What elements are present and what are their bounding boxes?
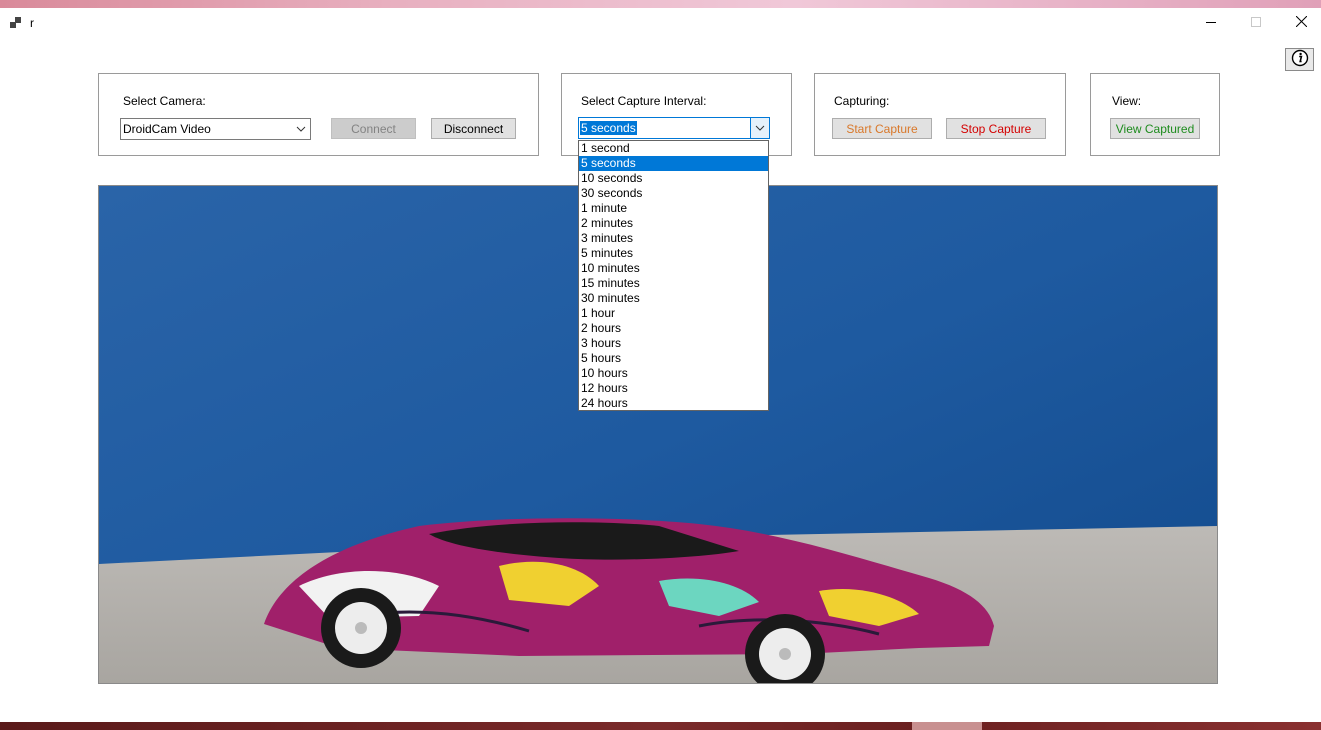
- select-camera-label: Select Camera:: [123, 94, 206, 108]
- interval-option[interactable]: 10 minutes: [579, 261, 768, 276]
- interval-option[interactable]: 2 minutes: [579, 216, 768, 231]
- close-icon: [1295, 15, 1307, 30]
- interval-option[interactable]: 3 minutes: [579, 231, 768, 246]
- interval-option[interactable]: 1 hour: [579, 306, 768, 321]
- desktop-background-bottom: [0, 722, 1321, 730]
- interval-option[interactable]: 2 hours: [579, 321, 768, 336]
- window-title: r: [30, 16, 34, 30]
- close-button[interactable]: [1278, 8, 1321, 38]
- interval-option[interactable]: 1 minute: [579, 201, 768, 216]
- view-label: View:: [1112, 94, 1142, 108]
- connect-button[interactable]: Connect: [331, 118, 416, 139]
- camera-group: Select Camera: DroidCam Video Connect Di…: [98, 73, 539, 156]
- capture-interval-select[interactable]: 5 seconds: [578, 117, 770, 139]
- interval-option[interactable]: 30 minutes: [579, 291, 768, 306]
- stop-capture-button[interactable]: Stop Capture: [946, 118, 1046, 139]
- view-captured-button[interactable]: View Captured: [1110, 118, 1200, 139]
- app-window: r Select Camera: DroidCam Video Connect …: [0, 8, 1321, 722]
- app-icon: [10, 17, 22, 29]
- maximize-icon: [1251, 16, 1261, 30]
- start-capture-button[interactable]: Start Capture: [832, 118, 932, 139]
- interval-option[interactable]: 30 seconds: [579, 186, 768, 201]
- interval-option[interactable]: 12 hours: [579, 381, 768, 396]
- capturing-label: Capturing:: [834, 94, 890, 108]
- chevron-down-icon[interactable]: [292, 119, 310, 139]
- interval-option[interactable]: 3 hours: [579, 336, 768, 351]
- interval-option[interactable]: 5 seconds: [579, 156, 768, 171]
- interval-option[interactable]: 24 hours: [579, 396, 768, 411]
- select-capture-interval-label: Select Capture Interval:: [581, 94, 707, 108]
- info-icon: [1291, 49, 1309, 70]
- camera-select-value: DroidCam Video: [123, 122, 211, 136]
- info-button[interactable]: [1285, 48, 1314, 71]
- interval-option[interactable]: 5 minutes: [579, 246, 768, 261]
- interval-option[interactable]: 1 second: [579, 141, 768, 156]
- capture-interval-dropdown-list[interactable]: 1 second 5 seconds 10 seconds 30 seconds 1 m…: [578, 140, 769, 411]
- maximize-button[interactable]: [1233, 8, 1279, 38]
- camera-select[interactable]: DroidCam Video: [120, 118, 311, 140]
- interval-option[interactable]: 10 hours: [579, 366, 768, 381]
- desktop-background-top: [0, 0, 1321, 8]
- interval-option[interactable]: 10 seconds: [579, 171, 768, 186]
- interval-option[interactable]: 15 minutes: [579, 276, 768, 291]
- interval-option[interactable]: 5 hours: [579, 351, 768, 366]
- minimize-button[interactable]: [1188, 8, 1234, 38]
- minimize-icon: [1206, 16, 1216, 30]
- disconnect-button[interactable]: Disconnect: [431, 118, 516, 139]
- title-bar[interactable]: r: [0, 8, 1321, 38]
- capturing-group: Capturing: Start Capture Stop Capture: [814, 73, 1066, 156]
- chevron-down-icon[interactable]: [750, 118, 769, 138]
- capture-interval-select-value: 5 seconds: [580, 121, 637, 135]
- view-group: View: View Captured: [1090, 73, 1220, 156]
